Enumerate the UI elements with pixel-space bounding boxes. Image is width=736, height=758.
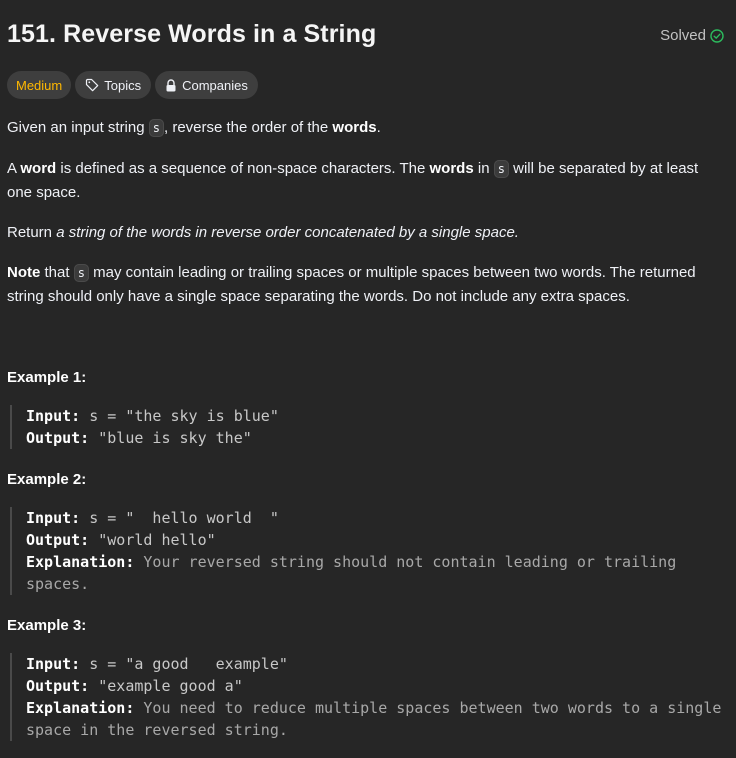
output-value: "blue is sky the" — [89, 429, 252, 447]
lock-icon — [165, 78, 177, 92]
output-value: "example good a" — [89, 677, 243, 695]
description-paragraph-2: A word is defined as a sequence of non-s… — [7, 157, 725, 204]
example-block: Input: s = "the sky is blue" Output: "bl… — [10, 405, 726, 449]
input-value: s = "the sky is blue" — [80, 407, 279, 425]
inline-code: s — [73, 264, 89, 282]
description-paragraph-3: Return a string of the words in reverse … — [7, 221, 725, 244]
check-circle-icon — [710, 28, 724, 43]
explanation-label: Explanation: — [26, 699, 135, 717]
text: in — [473, 160, 494, 177]
companies-label: Companies — [182, 77, 248, 93]
bold-text: Note — [7, 264, 41, 281]
topics-button[interactable]: Topics — [75, 71, 152, 99]
input-label: Input: — [26, 407, 81, 425]
explanation-label: Explanation: — [26, 553, 135, 571]
text: Return — [7, 224, 57, 241]
output-value: "world hello" — [89, 531, 216, 549]
input-value: s = " hello world " — [80, 509, 279, 527]
inline-code: s — [493, 160, 509, 178]
example-block: Input: s = " hello world " Output: "worl… — [10, 507, 726, 595]
text: Given an input string — [7, 119, 149, 136]
bold-text: words — [332, 119, 377, 136]
text: . — [376, 119, 381, 136]
input-label: Input: — [26, 655, 81, 673]
text: is defined as a sequence of non-space ch… — [56, 160, 430, 177]
text: A — [7, 160, 21, 177]
output-label: Output: — [26, 429, 90, 447]
solved-label: Solved — [660, 27, 706, 44]
text: , reverse the order of the — [163, 119, 333, 136]
difficulty-badge[interactable]: Medium — [7, 71, 72, 99]
output-label: Output: — [26, 677, 90, 695]
example-title: Example 1: — [7, 369, 87, 386]
example-title: Example 3: — [7, 617, 87, 634]
topics-label: Topics — [104, 77, 142, 93]
difficulty-label: Medium — [16, 77, 63, 93]
text: that — [40, 264, 74, 281]
example-title: Example 2: — [7, 471, 87, 488]
description-paragraph-1: Given an input string s, reverse the ord… — [7, 116, 725, 140]
tag-icon — [85, 78, 99, 92]
solved-status: Solved — [660, 27, 724, 44]
text: may contain leading or trailing spaces o… — [7, 264, 696, 305]
input-value: s = "a good example" — [80, 655, 288, 673]
tag-row: Medium Topics Companies — [7, 71, 258, 99]
description-paragraph-4: Note that s may contain leading or trail… — [7, 261, 725, 308]
input-label: Input: — [26, 509, 81, 527]
bold-text: word — [20, 160, 57, 177]
italic-text: a string of the words in reverse order c… — [56, 224, 519, 241]
example-block: Input: s = "a good example" Output: "exa… — [10, 653, 726, 741]
companies-button[interactable]: Companies — [155, 71, 258, 99]
bold-text: words — [429, 160, 474, 177]
problem-title: 151. Reverse Words in a String — [7, 20, 377, 48]
output-label: Output: — [26, 531, 90, 549]
inline-code: s — [148, 119, 164, 137]
